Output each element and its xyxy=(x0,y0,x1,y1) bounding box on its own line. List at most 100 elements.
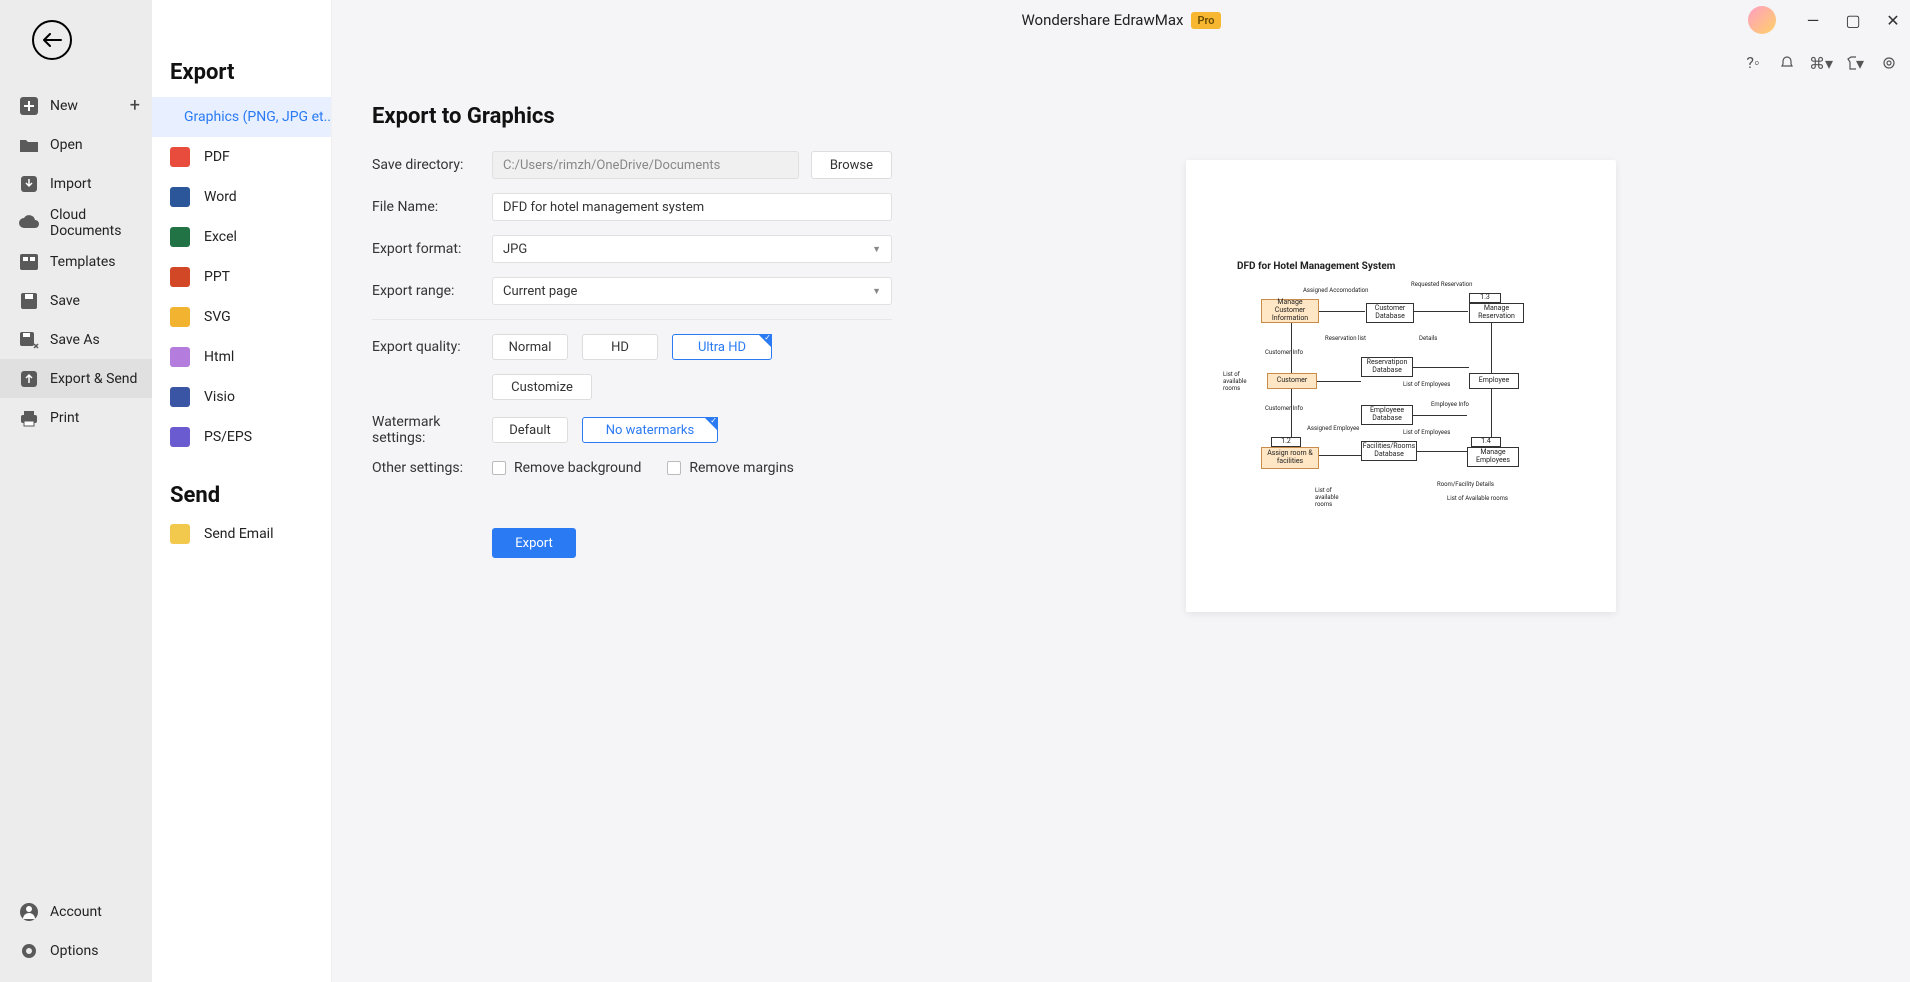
save-directory-input[interactable]: C:/Users/rimzh/OneDrive/Documents xyxy=(492,151,799,179)
dp-box: 1.2 xyxy=(1271,437,1301,447)
dp-box: Manage Reservation xyxy=(1469,303,1524,323)
nav-item-cloud[interactable]: Cloud Documents xyxy=(0,203,152,242)
quality-customize[interactable]: Customize xyxy=(492,374,592,400)
nav-item-open[interactable]: Open xyxy=(0,125,152,164)
check-icon xyxy=(704,417,718,431)
tshirt-button[interactable]: ▾ xyxy=(1846,54,1864,72)
nav-item-new[interactable]: New + xyxy=(0,86,152,125)
export-heading: Export xyxy=(152,60,331,97)
pill-label: Ultra HD xyxy=(698,340,746,355)
import-icon xyxy=(18,173,40,195)
dp-line xyxy=(1413,367,1469,368)
nav-item-account[interactable]: Account xyxy=(0,892,152,931)
cloud-icon xyxy=(18,212,40,234)
format-svg[interactable]: SVG xyxy=(152,297,331,337)
dp-box: Customer Database xyxy=(1366,303,1414,323)
format-label: PDF xyxy=(204,149,230,165)
send-email[interactable]: Send Email xyxy=(152,514,331,554)
dp-label: Reservation list xyxy=(1325,335,1366,342)
dp-box: Facilities/Rooms Database xyxy=(1361,441,1417,461)
dp-label: Employee Info xyxy=(1431,401,1469,408)
visio-icon xyxy=(170,387,190,407)
format-ppt[interactable]: PPT xyxy=(152,257,331,297)
email-icon xyxy=(170,524,190,544)
dp-label: List of available rooms xyxy=(1315,487,1351,508)
format-graphics[interactable]: Graphics (PNG, JPG et... xyxy=(152,97,331,137)
format-label: Excel xyxy=(204,229,237,245)
quality-hd[interactable]: HD xyxy=(582,334,658,360)
ps-icon xyxy=(170,427,190,447)
nav-item-export-send[interactable]: Export & Send xyxy=(0,359,152,398)
nav-label: Save xyxy=(50,293,80,309)
check-icon xyxy=(758,334,772,348)
nav-label: Cloud Documents xyxy=(50,207,140,239)
nav-item-save[interactable]: Save xyxy=(0,281,152,320)
nav-label: Export & Send xyxy=(50,371,137,387)
user-icon xyxy=(18,901,40,923)
checkbox-remove-margins[interactable]: Remove margins xyxy=(667,460,794,476)
label-quality: Export quality: xyxy=(372,339,492,355)
export-format-select[interactable]: JPG ▼ xyxy=(492,235,892,263)
format-word[interactable]: Word xyxy=(152,177,331,217)
format-visio[interactable]: Visio xyxy=(152,377,331,417)
dp-box: Manage Customer Information xyxy=(1261,299,1319,323)
nav-label: Save As xyxy=(50,332,100,348)
save-as-icon xyxy=(18,329,40,351)
titlebar: Wondershare EdrawMax Pro — ▢ ✕ xyxy=(332,0,1910,40)
nav-sidebar: New + Open Import Cloud Documents Templa… xyxy=(0,0,152,982)
quality-normal[interactable]: Normal xyxy=(492,334,568,360)
export-range-select[interactable]: Current page ▼ xyxy=(492,277,892,305)
svg-icon xyxy=(170,307,190,327)
dp-label: Assigned Employee xyxy=(1307,425,1359,432)
send-label: Send Email xyxy=(204,526,274,542)
dp-box: Employee xyxy=(1469,373,1519,389)
export-button[interactable]: Export xyxy=(492,528,576,558)
dp-label: Customer Info xyxy=(1265,405,1303,412)
folder-icon xyxy=(18,134,40,156)
minimize-button[interactable]: — xyxy=(1804,11,1822,29)
print-icon xyxy=(18,407,40,429)
format-html[interactable]: Html xyxy=(152,337,331,377)
nav-item-print[interactable]: Print xyxy=(0,398,152,437)
nav-label: New xyxy=(50,98,78,114)
dp-label: Room/Facility Details xyxy=(1437,481,1494,488)
format-label: Visio xyxy=(204,389,235,405)
browse-button[interactable]: Browse xyxy=(811,151,892,179)
nav-item-save-as[interactable]: Save As xyxy=(0,320,152,359)
user-avatar[interactable] xyxy=(1748,6,1776,34)
chevron-down-icon: ▼ xyxy=(872,286,881,297)
notification-button[interactable] xyxy=(1778,54,1796,72)
format-pdf[interactable]: PDF xyxy=(152,137,331,177)
dp-line xyxy=(1291,323,1292,373)
quality-ultra-hd[interactable]: Ultra HD xyxy=(672,334,772,360)
dp-line xyxy=(1413,415,1467,416)
checkbox-remove-bg[interactable]: Remove background xyxy=(492,460,641,476)
format-excel[interactable]: Excel xyxy=(152,217,331,257)
format-pseps[interactable]: PS/EPS xyxy=(152,417,331,457)
back-button[interactable] xyxy=(32,20,72,60)
format-label: PS/EPS xyxy=(204,429,252,445)
nav-item-options[interactable]: Options xyxy=(0,931,152,970)
close-button[interactable]: ✕ xyxy=(1884,11,1902,29)
dp-line xyxy=(1291,389,1292,437)
help-button[interactable]: ?◦ xyxy=(1744,54,1762,72)
nav-item-import[interactable]: Import xyxy=(0,164,152,203)
dp-line xyxy=(1317,381,1361,382)
format-label: PPT xyxy=(204,269,230,285)
settings-button[interactable] xyxy=(1880,54,1898,72)
file-name-input[interactable]: DFD for hotel management system xyxy=(492,193,892,221)
nav-label: Templates xyxy=(50,254,116,270)
select-value: Current page xyxy=(503,284,577,299)
maximize-button[interactable]: ▢ xyxy=(1844,11,1862,29)
shortcuts-button[interactable]: ⌘▾ xyxy=(1812,54,1830,72)
select-value: JPG xyxy=(503,242,527,257)
dp-line xyxy=(1319,455,1361,456)
watermark-none[interactable]: No watermarks xyxy=(582,417,718,443)
plus-icon[interactable]: + xyxy=(130,95,140,116)
watermark-default[interactable]: Default xyxy=(492,417,568,443)
preview-panel: DFD for Hotel Management System Manage C… xyxy=(1186,160,1616,612)
nav-item-templates[interactable]: Templates xyxy=(0,242,152,281)
word-icon xyxy=(170,187,190,207)
dp-line xyxy=(1491,323,1492,373)
dp-box: Employeee Database xyxy=(1361,405,1413,425)
